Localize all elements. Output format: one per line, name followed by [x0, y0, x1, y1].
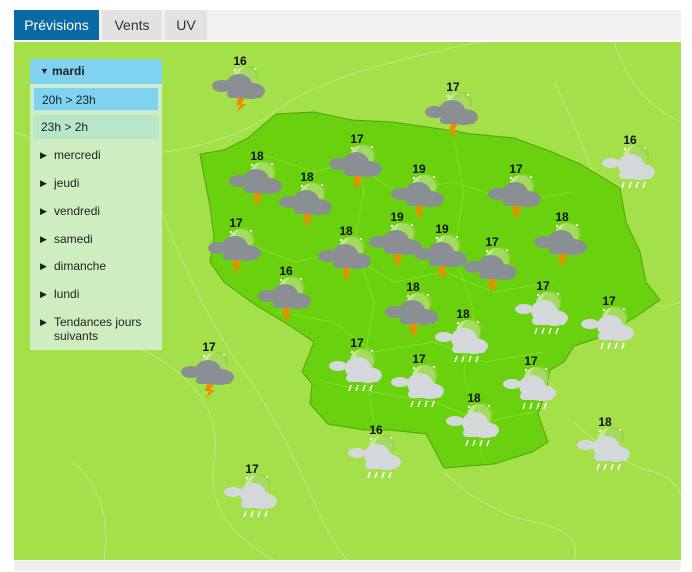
day-label: mardi — [52, 64, 85, 78]
time-menu: ▼ mardi 20h > 23h 23h > 2h ▶ mercredi ▶ je… — [30, 59, 162, 350]
triangle-right-icon: ▶ — [40, 150, 47, 160]
triangle-right-icon: ▶ — [40, 234, 47, 244]
night-storm-icon[interactable] — [487, 174, 545, 220]
triangle-right-icon: ▶ — [40, 206, 47, 216]
time-slot-23h-2h[interactable]: 23h > 2h — [33, 115, 159, 139]
time-slot-20h-23h[interactable]: 20h > 23h — [33, 87, 159, 111]
night-rain-icon[interactable] — [601, 145, 659, 191]
tab-uv[interactable]: UV — [165, 10, 207, 40]
day-header-mardi[interactable]: ▼ mardi — [30, 59, 162, 84]
night-rain-icon[interactable] — [502, 366, 560, 412]
bottom-bar — [14, 561, 681, 571]
night-rain-icon[interactable] — [514, 291, 572, 337]
night-rain-icon[interactable] — [223, 474, 281, 520]
night-storm-icon[interactable] — [463, 247, 521, 293]
triangle-right-icon: ▶ — [40, 317, 47, 327]
tab-bar: Prévisions Vents UV — [14, 10, 681, 40]
night-storm-icon[interactable] — [257, 276, 315, 322]
night-rain-icon[interactable] — [576, 427, 634, 473]
night-rain-icon[interactable] — [580, 306, 638, 352]
triangle-right-icon: ▶ — [40, 289, 47, 299]
day-label: samedi — [54, 232, 93, 246]
night-storm-icon[interactable] — [278, 182, 336, 228]
night-storm-icon[interactable] — [211, 66, 269, 112]
triangle-right-icon: ▶ — [40, 261, 47, 271]
tab-vents[interactable]: Vents — [102, 10, 162, 40]
night-rain-icon[interactable] — [347, 435, 405, 481]
night-storm-icon[interactable] — [317, 236, 375, 282]
night-storm-icon[interactable] — [328, 144, 386, 190]
night-rain-icon[interactable] — [434, 319, 492, 365]
night-storm-icon[interactable] — [533, 222, 591, 268]
weather-map: ▼ mardi 20h > 23h 23h > 2h ▶ mercredi ▶ je… — [14, 42, 681, 560]
night-storm-icon[interactable] — [180, 352, 238, 398]
day-label: jeudi — [54, 176, 80, 190]
tab-previsions[interactable]: Prévisions — [14, 10, 99, 40]
night-rain-icon[interactable] — [390, 364, 448, 410]
triangle-right-icon: ▶ — [40, 178, 47, 188]
day-label: lundi — [54, 287, 80, 301]
day-label: mercredi — [54, 148, 101, 162]
day-label: dimanche — [54, 259, 107, 273]
day-label: Tendances jours suivants — [54, 315, 142, 343]
night-rain-icon[interactable] — [328, 348, 386, 394]
triangle-down-icon: ▼ — [40, 66, 49, 76]
night-storm-icon[interactable] — [207, 228, 265, 274]
night-storm-icon[interactable] — [424, 92, 482, 138]
night-rain-icon[interactable] — [445, 403, 503, 449]
day-label: vendredi — [54, 204, 101, 218]
